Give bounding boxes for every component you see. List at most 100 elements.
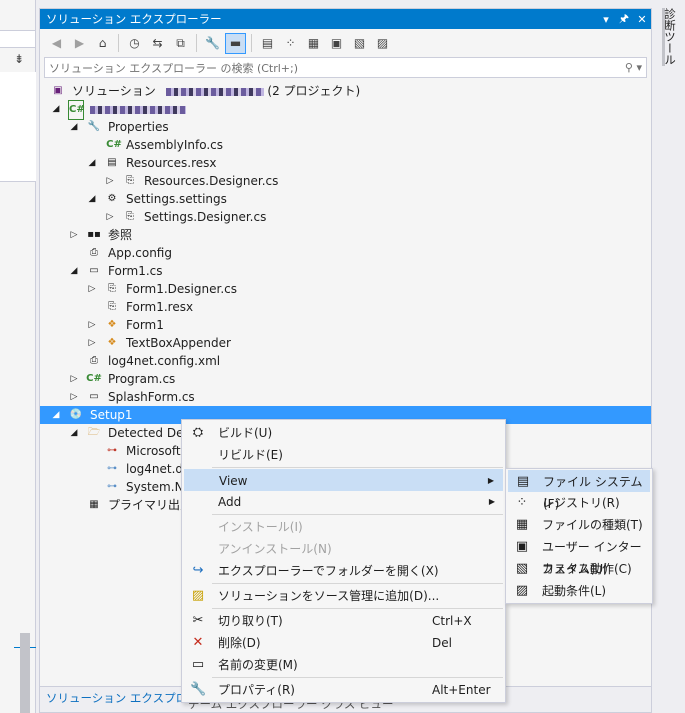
collapsed-arrow-icon[interactable]: ▷ (104, 208, 116, 226)
assembly-icon: ⊶ (107, 481, 117, 492)
scrollbar-thumb[interactable] (20, 633, 30, 713)
menu-item-properties[interactable]: 🔧 プロパティ(R) Alt+Enter (184, 679, 503, 701)
gear-icon: ⚙ (107, 193, 117, 204)
file-types-editor-icon[interactable]: ▦ (303, 33, 324, 54)
tree-row-form1-class[interactable]: ▷ ❖ Form1 (40, 316, 651, 334)
menu-label: View (219, 474, 248, 488)
menu-label: インストール(I) (218, 520, 303, 534)
collapse-all-icon[interactable]: ⧉ (170, 33, 191, 54)
expanded-arrow-icon[interactable]: ◢ (68, 118, 80, 136)
collapsed-arrow-icon[interactable]: ▷ (68, 388, 80, 406)
back-icon[interactable]: ◀ (46, 33, 67, 54)
menu-label: レジストリ(R) (542, 496, 620, 510)
tree-row-app-config[interactable]: ⎙ App.config (40, 244, 651, 262)
menu-item-rebuild[interactable]: リビルド(E) (184, 444, 503, 466)
tree-row-project[interactable]: ◢ C# (40, 100, 651, 120)
search-input[interactable]: ソリューション エクスプローラー の検索 (Ctrl+;) (49, 60, 625, 76)
tree-row-solution[interactable]: ▣ ソリューション (2 プロジェクト) (40, 82, 651, 100)
user-interface-editor-icon[interactable]: ▣ (326, 33, 347, 54)
assembly-icon: ⊶ (107, 463, 117, 474)
submenu-item-registry[interactable]: ⁘ レジストリ(R) (508, 492, 650, 514)
properties-wrench-icon[interactable]: 🔧 (202, 33, 223, 54)
tree-label: Resources.Designer.cs (144, 174, 279, 188)
form-file-icon: ▭ (89, 391, 99, 402)
submenu-item-file-types[interactable]: ▦ ファイルの種類(T) (508, 514, 650, 536)
collapsed-arrow-icon[interactable]: ▷ (86, 334, 98, 352)
wrench-icon: 🔧 (87, 121, 101, 132)
tree-row-program[interactable]: ▷ C# Program.cs (40, 370, 651, 388)
menu-item-add-source-control[interactable]: ▨ ソリューションをソース管理に追加(D)... (184, 585, 503, 607)
designer-file-icon: ⎘ (126, 211, 134, 222)
member-combo[interactable] (0, 30, 36, 48)
submenu-item-file-system[interactable]: ▤ ファイル システム(F) (508, 470, 650, 511)
tree-label: Setup1 (90, 408, 133, 422)
home-icon[interactable]: ⌂ (92, 33, 113, 54)
registry-editor-icon[interactable]: ⁘ (280, 33, 301, 54)
tree-row-textboxappender[interactable]: ▷ ❖ TextBoxAppender (40, 334, 651, 352)
tree-row-assemblyinfo[interactable]: C# AssemblyInfo.cs (40, 136, 651, 154)
view-submenu: ▤ ファイル システム(F) ⁘ レジストリ(R) ▦ ファイルの種類(T) ▣… (505, 468, 653, 604)
menu-label: カスタム動作(C) (542, 562, 632, 576)
expanded-arrow-icon[interactable]: ◢ (68, 262, 80, 280)
designer-file-icon: ⎘ (108, 301, 116, 312)
close-icon[interactable]: ✕ (633, 13, 651, 26)
tree-row-resources[interactable]: ◢ ▤ Resources.resx (40, 154, 651, 172)
collapsed-arrow-icon[interactable]: ▷ (86, 280, 98, 298)
tree-row-settings-designer[interactable]: ▷ ⎘ Settings.Designer.cs (40, 208, 651, 226)
preview-selected-icon[interactable]: ▬ (225, 32, 246, 54)
tree-row-resources-designer[interactable]: ▷ ⎘ Resources.Designer.cs (40, 172, 651, 190)
csharp-file-icon: C# (106, 139, 122, 150)
csharp-project-icon: C# (68, 100, 85, 120)
form-file-icon: ▭ (89, 265, 99, 276)
menu-item-build[interactable]: ⛭ ビルド(U) (184, 422, 503, 444)
launch-conditions-editor-icon: ▨ (515, 583, 529, 598)
menu-item-rename[interactable]: ▭ 名前の変更(M) (184, 654, 503, 676)
expanded-arrow-icon[interactable]: ◢ (68, 424, 80, 442)
expanded-arrow-icon[interactable]: ◢ (86, 190, 98, 208)
forward-icon[interactable]: ▶ (69, 33, 90, 54)
collapsed-arrow-icon[interactable]: ▷ (104, 172, 116, 190)
menu-item-cut[interactable]: ✂ 切り取り(T) Ctrl+X (184, 610, 503, 632)
file-system-editor-icon[interactable]: ▤ (257, 33, 278, 54)
collapsed-arrow-icon[interactable]: ▷ (68, 370, 80, 388)
tree-label: Form1.cs (108, 264, 163, 278)
wrench-icon: 🔧 (190, 682, 207, 697)
history-icon[interactable]: ◷ (124, 33, 145, 54)
build-icon: ⛭ (192, 425, 204, 440)
menu-item-open-folder[interactable]: ↪ エクスプローラーでフォルダーを開く(X) (184, 560, 503, 582)
tree-row-form1[interactable]: ◢ ▭ Form1.cs (40, 262, 651, 280)
sync-icon[interactable]: ⇆ (147, 33, 168, 54)
menu-label: アンインストール(N) (218, 542, 332, 556)
menu-item-view[interactable]: View ▶ (184, 469, 503, 491)
submenu-item-custom-actions[interactable]: ▧ カスタム動作(C) (508, 558, 650, 580)
launch-conditions-editor-icon[interactable]: ▨ (372, 33, 393, 54)
expanded-arrow-icon[interactable]: ◢ (50, 406, 62, 424)
xml-file-icon: ⎙ (90, 355, 98, 366)
submenu-item-launch-conditions[interactable]: ▨ 起動条件(L) (508, 580, 650, 602)
folder-open-icon: 🗁 (87, 427, 101, 438)
split-icon[interactable]: ⇟ (14, 52, 24, 66)
tree-row-properties[interactable]: ◢ 🔧 Properties (40, 118, 651, 136)
collapsed-arrow-icon[interactable]: ▷ (86, 316, 98, 334)
custom-actions-editor-icon[interactable]: ▧ (349, 33, 370, 54)
menu-label: 切り取り(T) (218, 614, 283, 628)
tree-row-splashform[interactable]: ▷ ▭ SplashForm.cs (40, 388, 651, 406)
tree-row-settings[interactable]: ◢ ⚙ Settings.settings (40, 190, 651, 208)
pin-icon[interactable]: 🖈 (615, 10, 633, 29)
search-icon[interactable]: ⚲ ▾ (625, 61, 642, 74)
menu-item-add[interactable]: Add ▶ (184, 491, 503, 513)
redacted-project-name (90, 105, 186, 114)
window-position-icon[interactable]: ▾ (597, 13, 615, 26)
submenu-item-user-interface[interactable]: ▣ ユーザー インターフェイス(U) (508, 536, 650, 576)
expanded-arrow-icon[interactable]: ◢ (50, 100, 62, 118)
tree-row-form1-designer[interactable]: ▷ ⎘ Form1.Designer.cs (40, 280, 651, 298)
expanded-arrow-icon[interactable]: ◢ (86, 154, 98, 172)
tab-diagnostic-tools[interactable]: 診断ツール (662, 8, 678, 66)
menu-item-delete[interactable]: ✕ 削除(D) Del (184, 632, 503, 654)
tree-row-form1-resx[interactable]: ⎘ Form1.resx (40, 298, 651, 316)
menu-label: エクスプローラーでフォルダーを開く(X) (218, 564, 439, 578)
collapsed-arrow-icon[interactable]: ▷ (68, 226, 80, 244)
tree-row-references[interactable]: ▷ ▪▪ 参照 (40, 226, 651, 244)
search-box[interactable]: ソリューション エクスプローラー の検索 (Ctrl+;) ⚲ ▾ (44, 57, 647, 78)
tree-row-log4net-config[interactable]: ⎙ log4net.config.xml (40, 352, 651, 370)
